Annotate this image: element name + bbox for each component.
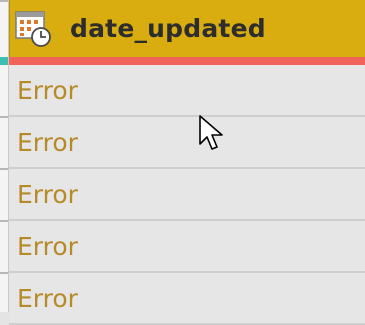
gutter-tick — [0, 168, 8, 170]
error-cell-value[interactable]: Error — [17, 128, 78, 157]
table-row[interactable]: Error — [9, 221, 365, 273]
column-title[interactable]: date_updated — [70, 14, 266, 43]
table-row[interactable]: Error — [9, 169, 365, 221]
error-cell-value[interactable]: Error — [17, 180, 78, 209]
adjacent-column-quality-marker — [0, 57, 8, 65]
error-cell-value[interactable]: Error — [17, 232, 78, 261]
error-cell-value[interactable]: Error — [17, 284, 78, 313]
row-number-gutter — [0, 0, 9, 312]
column-header-date-updated[interactable]: date_updated — [9, 0, 365, 57]
datetime-icon[interactable] — [14, 9, 54, 49]
table-row[interactable]: Error — [9, 65, 365, 117]
error-cell-value[interactable]: Error — [17, 76, 78, 105]
mouse-pointer-icon — [199, 115, 223, 150]
gutter-tick — [0, 0, 8, 2]
gutter-tick — [0, 116, 8, 118]
gutter-tick — [0, 220, 8, 222]
table-row[interactable]: Error — [9, 117, 365, 169]
column-cells: Error Error Error Error Error — [9, 65, 365, 325]
table-row[interactable]: Error — [9, 273, 365, 325]
gutter-tick — [0, 272, 8, 274]
column-quality-bar — [9, 57, 365, 65]
